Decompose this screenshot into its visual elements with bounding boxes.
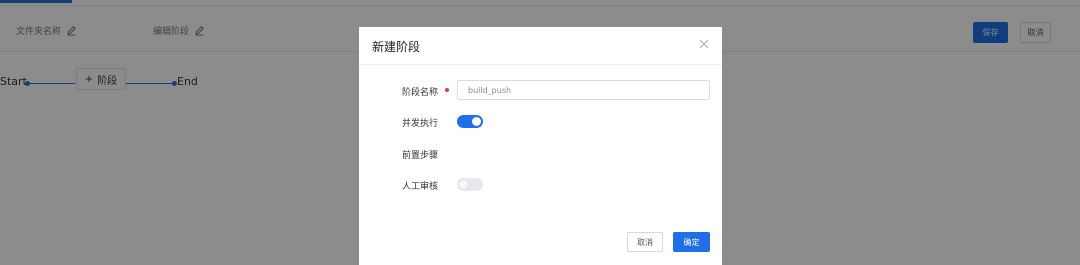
stage-name-input[interactable] bbox=[457, 80, 710, 100]
dialog-header-divider bbox=[359, 64, 722, 65]
toggle-knob bbox=[459, 180, 468, 189]
concurrent-label: 并发执行 bbox=[402, 119, 439, 129]
dialog-title: 新建阶段 bbox=[372, 40, 421, 54]
new-stage-dialog: 新建阶段 阶段名称 并发执行 前置步骤 人工审核 取消 确定 bbox=[359, 27, 722, 265]
dialog-cancel-button[interactable]: 取消 bbox=[627, 232, 663, 252]
manual-review-label: 人工审核 bbox=[402, 182, 439, 192]
concurrent-toggle[interactable] bbox=[457, 115, 483, 128]
required-indicator bbox=[445, 88, 449, 92]
toggle-knob bbox=[472, 117, 481, 126]
pre-steps-label: 前置步骤 bbox=[402, 151, 439, 161]
stage-name-label: 阶段名称 bbox=[402, 88, 439, 98]
manual-review-toggle[interactable] bbox=[457, 178, 483, 191]
close-icon[interactable] bbox=[699, 39, 709, 49]
dialog-confirm-button[interactable]: 确定 bbox=[673, 232, 710, 252]
